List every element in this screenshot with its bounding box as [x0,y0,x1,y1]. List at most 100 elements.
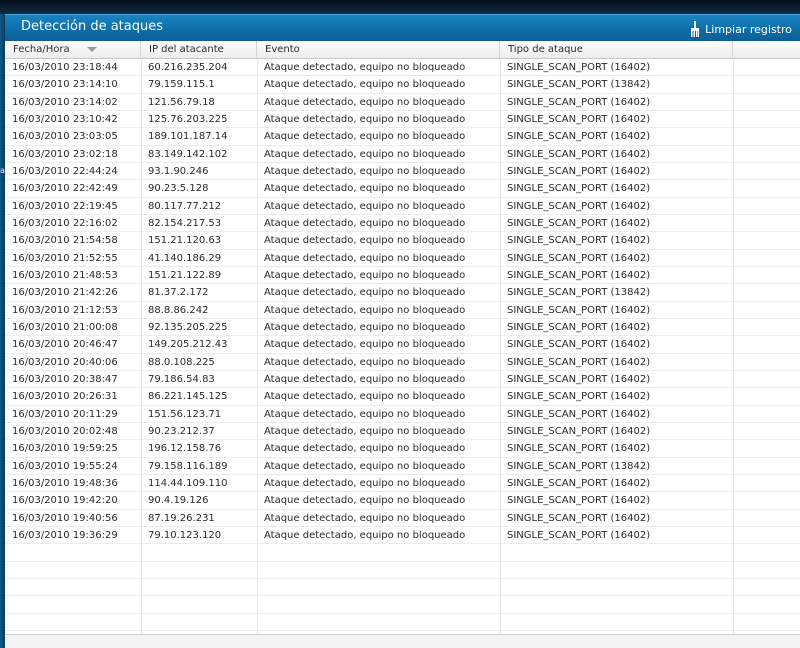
datetime-cell: 16/03/2010 23:03:05 [12,131,118,143]
datetime-cell: 16/03/2010 21:12:53 [12,304,118,316]
event-cell: Ataque detectado, equipo no bloqueado [264,443,466,455]
table-row[interactable]: 16/03/2010 19:59:25 196.12.158.76 Ataque d… [5,440,800,458]
table-row[interactable]: 16/03/2010 19:40:56 87.19.26.231 Ataque de… [5,510,800,527]
attack-type-cell: SINGLE_SCAN_PORT (16402) [507,339,651,351]
table-row[interactable]: 16/03/2010 22:44:24 93.1.90.246 Ataque det… [5,163,800,181]
attack-type-cell: SINGLE_SCAN_PORT (16402) [507,443,651,455]
table-header: Fecha/Hora IP del atacante Evento Tipo d… [5,41,800,59]
event-cell: Ataque detectado, equipo no bloqueado [264,356,466,368]
event-cell: Ataque detectado, equipo no bloqueado [264,113,466,125]
event-cell: Ataque detectado, equipo no bloqueado [264,183,466,195]
attack-type-cell: SINGLE_SCAN_PORT (13842) [507,460,651,472]
column-header-event[interactable]: Evento [257,41,500,58]
table-row[interactable]: 16/03/2010 22:42:49 90.23.5.128 Ataque det… [5,180,800,198]
attack-type-cell: SINGLE_SCAN_PORT (16402) [507,477,651,489]
panel-title: Detección de ataques [21,19,164,34]
event-cell: Ataque detectado, equipo no bloqueado [264,235,466,247]
table-row[interactable]: 16/03/2010 23:02:18 83.149.142.102 Ataque … [5,146,800,163]
clear-log-button[interactable]: Limpiar registro [689,20,792,38]
table-row[interactable]: 16/03/2010 21:00:08 92.135.205.225 Ataque … [5,319,800,337]
attack-type-cell: SINGLE_SCAN_PORT (16402) [507,148,651,160]
attack-type-cell: SINGLE_SCAN_PORT (16402) [507,62,651,73]
table-row[interactable]: 16/03/2010 22:16:02 82.154.217.53 Ataque d… [5,215,800,233]
attack-type-cell: SINGLE_SCAN_PORT (13842) [507,79,651,91]
attack-type-cell: SINGLE_SCAN_PORT (16402) [507,113,651,125]
attack-log-table: 16/03/2010 23:18:44 60.216.235.204 Ataque … [5,59,800,648]
datetime-cell: 16/03/2010 19:40:56 [12,512,118,524]
event-cell: Ataque detectado, equipo no bloqueado [264,460,466,472]
table-row[interactable]: 16/03/2010 20:38:47 79.186.54.83 Ataque de… [5,371,800,389]
attack-type-cell: SINGLE_SCAN_PORT (16402) [507,252,651,264]
datetime-cell: 16/03/2010 23:14:02 [12,96,118,108]
attack-type-cell: SINGLE_SCAN_PORT (16402) [507,391,651,403]
event-cell: Ataque detectado, equipo no bloqueado [264,79,466,91]
attacker-ip-cell: 149.205.212.43 [148,339,228,351]
table-row[interactable]: 16/03/2010 19:48:36 114.44.109.110 Ataque … [5,475,800,493]
attacker-ip-cell: 151.21.120.63 [148,235,222,247]
table-row[interactable]: 16/03/2010 23:03:05 189.101.187.14 Ataque … [5,128,800,146]
column-header-attack-type[interactable]: Tipo de ataque [500,41,733,58]
table-row[interactable]: 16/03/2010 22:19:45 80.117.77.212 Ataque d… [5,198,800,215]
table-row[interactable]: 16/03/2010 23:10:42 125.76.203.225 Ataque … [5,111,800,129]
column-header-attacker-ip[interactable]: IP del atacante [141,41,257,58]
attacker-ip-cell: 151.21.122.89 [148,269,222,281]
datetime-cell: 16/03/2010 20:38:47 [12,373,118,385]
attacker-ip-cell: 83.149.142.102 [148,148,228,160]
table-row[interactable]: 16/03/2010 23:14:10 79.159.115.1 Ataque de… [5,76,800,94]
table-row[interactable]: 16/03/2010 21:54:58 151.21.120.63 Ataque d… [5,232,800,250]
table-row[interactable]: 16/03/2010 19:36:29 79.10.123.120 Ataque d… [5,527,800,545]
attacker-ip-cell: 90.4.19.126 [148,495,209,507]
attacker-ip-cell: 87.19.26.231 [148,512,215,524]
datetime-cell: 16/03/2010 19:48:36 [12,477,118,489]
table-row[interactable]: 16/03/2010 23:14:02 121.56.79.18 Ataque de… [5,94,800,111]
event-cell: Ataque detectado, equipo no bloqueado [264,148,466,160]
datetime-cell: 16/03/2010 21:42:26 [12,287,118,299]
empty-table-row [5,579,800,597]
event-cell: Ataque detectado, equipo no bloqueado [264,165,466,177]
window-top-strip [0,0,800,14]
attack-type-cell: SINGLE_SCAN_PORT (16402) [507,529,651,541]
table-row[interactable]: 16/03/2010 20:40:06 88.0.108.225 Ataque de… [5,354,800,371]
attacker-ip-cell: 60.216.235.204 [148,62,228,73]
event-cell: Ataque detectado, equipo no bloqueado [264,252,466,264]
attacker-ip-cell: 41.140.186.29 [148,252,222,264]
event-cell: Ataque detectado, equipo no bloqueado [264,408,466,420]
attacker-ip-cell: 93.1.90.246 [148,165,209,177]
table-row[interactable]: 16/03/2010 19:55:24 79.158.116.189 Ataque … [5,458,800,475]
table-row[interactable]: 16/03/2010 21:12:53 88.8.86.242 Ataque det… [5,302,800,319]
datetime-cell: 16/03/2010 23:10:42 [12,113,118,125]
attack-type-cell: SINGLE_SCAN_PORT (16402) [507,512,651,524]
event-cell: Ataque detectado, equipo no bloqueado [264,373,466,385]
attack-type-cell: SINGLE_SCAN_PORT (16402) [507,183,651,195]
event-cell: Ataque detectado, equipo no bloqueado [264,304,466,316]
attacker-ip-cell: 79.10.123.120 [148,529,222,541]
table-row[interactable]: 16/03/2010 21:48:53 151.21.122.89 Ataque d… [5,267,800,285]
table-row[interactable]: 16/03/2010 20:11:29 151.56.123.71 Ataque d… [5,406,800,423]
table-row[interactable]: 16/03/2010 21:52:55 41.140.186.29 Ataque d… [5,250,800,267]
datetime-cell: 16/03/2010 20:46:47 [12,339,118,351]
datetime-cell: 16/03/2010 19:36:29 [12,529,118,541]
table-row[interactable]: 16/03/2010 23:18:44 60.216.235.204 Ataque … [5,59,800,77]
event-cell: Ataque detectado, equipo no bloqueado [264,321,466,333]
attack-type-cell: SINGLE_SCAN_PORT (16402) [507,408,651,420]
attacker-ip-cell: 88.0.108.225 [148,356,215,368]
datetime-cell: 16/03/2010 23:18:44 [12,62,118,73]
empty-table-row [5,614,800,631]
attacker-ip-cell: 79.186.54.83 [148,373,215,385]
event-cell: Ataque detectado, equipo no bloqueado [264,391,466,403]
event-cell: Ataque detectado, equipo no bloqueado [264,339,466,351]
empty-table-row [5,544,800,562]
column-header-datetime[interactable]: Fecha/Hora [5,41,141,58]
panel-titlebar: Detección de ataques Limpiar registro [5,14,800,41]
table-row[interactable]: 16/03/2010 20:26:31 86.221.145.125 Ataque … [5,388,800,406]
clear-log-label: Limpiar registro [705,22,792,36]
table-row[interactable]: 16/03/2010 19:42:20 90.4.19.126 Ataque det… [5,492,800,510]
table-row[interactable]: 16/03/2010 21:42:26 81.37.2.172 Ataque det… [5,284,800,302]
attack-type-cell: SINGLE_SCAN_PORT (16402) [507,96,651,108]
table-row[interactable]: 16/03/2010 20:02:48 90.23.212.37 Ataque de… [5,423,800,441]
table-row[interactable]: 16/03/2010 20:46:47 149.205.212.43 Ataque … [5,336,800,354]
attack-type-cell: SINGLE_SCAN_PORT (16402) [507,425,651,437]
attacker-ip-cell: 196.12.158.76 [148,443,222,455]
broom-icon [691,21,700,37]
attack-type-cell: SINGLE_SCAN_PORT (16402) [507,269,651,281]
